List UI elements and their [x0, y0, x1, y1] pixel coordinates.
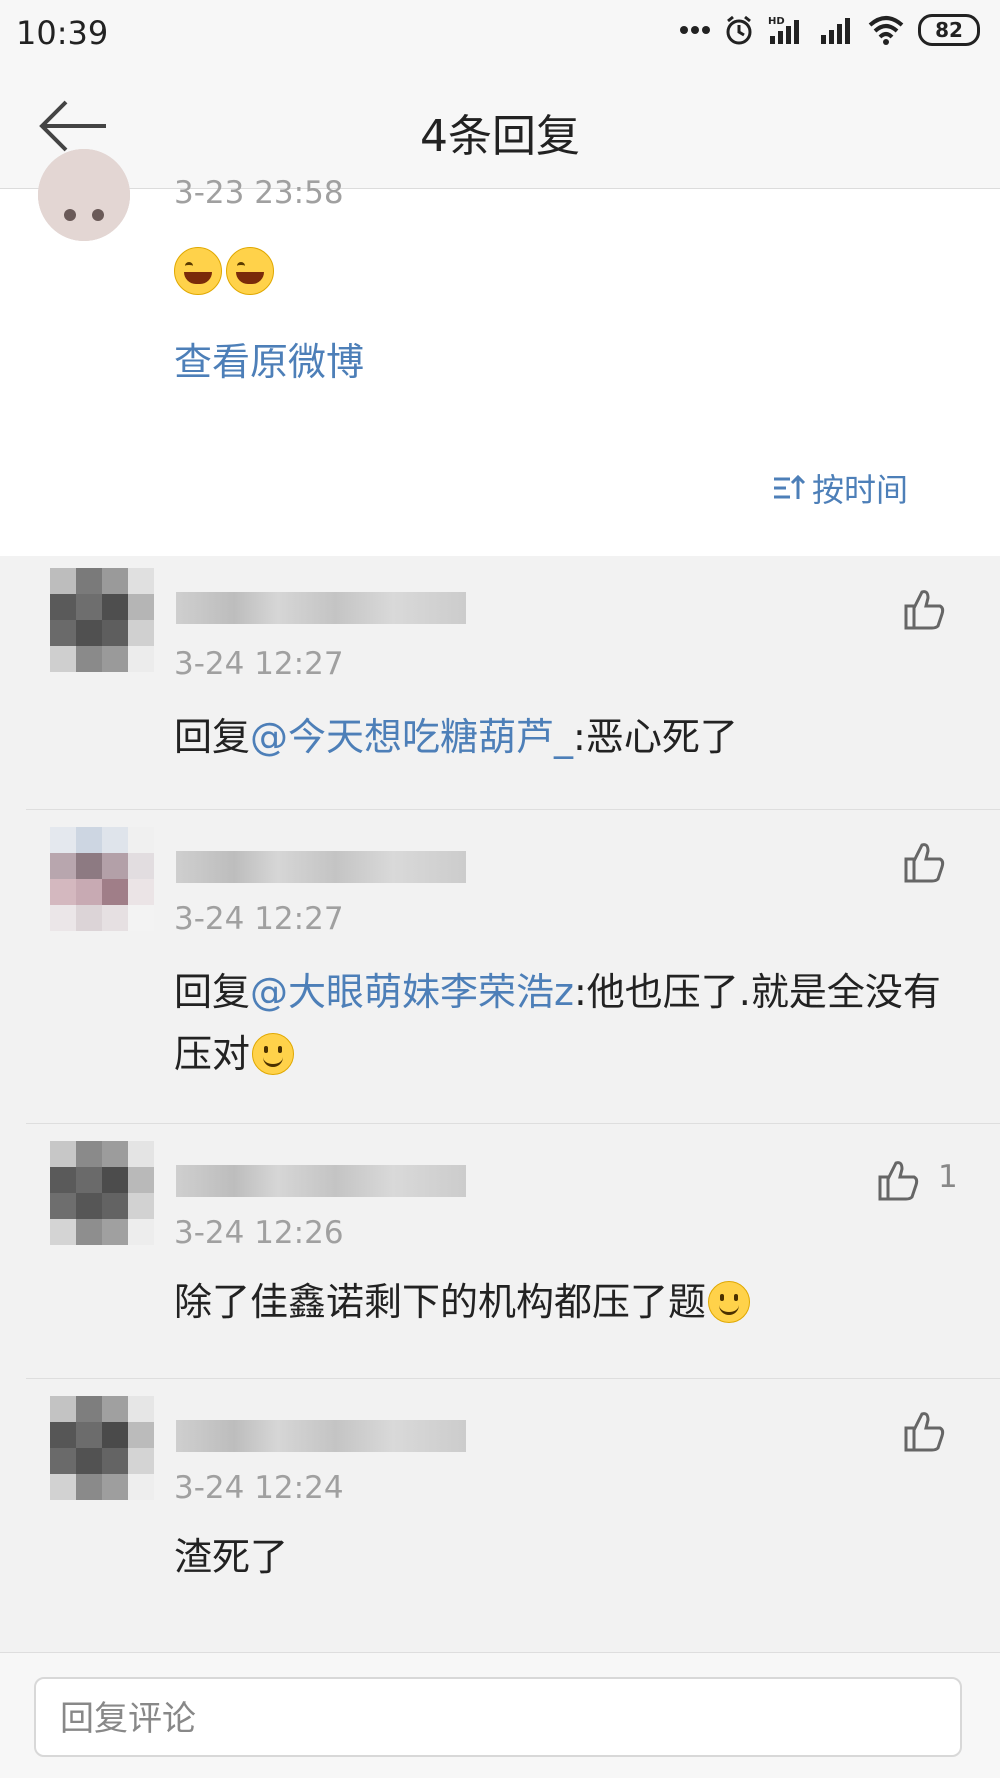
- smile-emoji-icon: [708, 1281, 751, 1323]
- reply-text: 除了佳鑫诺剩下的机构都压了题: [174, 1271, 964, 1333]
- avatar[interactable]: [50, 568, 154, 672]
- more-dots-icon: [680, 26, 710, 34]
- reply-time: 3-24 12:27: [174, 646, 344, 682]
- divider: [26, 1378, 1000, 1379]
- username-blurred[interactable]: [176, 851, 466, 883]
- reply-text: 回复@大眼萌妹李荣浩z:他也压了.就是全没有压对: [174, 961, 964, 1085]
- wifi-icon: [868, 16, 904, 45]
- reply-prefix: 回复: [174, 715, 251, 759]
- page-title: 4条回复: [420, 111, 580, 162]
- reply-text: 回复@今天想吃糖葫芦_:恶心死了: [174, 706, 964, 768]
- reply-time: 3-24 12:24: [174, 1470, 344, 1506]
- signal-icon: [821, 18, 850, 44]
- username-blurred[interactable]: [176, 1165, 466, 1197]
- emoji-row: [174, 247, 274, 295]
- reply-item: 3-24 12:24 渣死了: [0, 1380, 1000, 1652]
- reply-body: 渣死了: [174, 1535, 289, 1579]
- nav-bar: 4条回复: [0, 64, 1000, 189]
- sort-icon: [774, 474, 806, 499]
- username-blurred[interactable]: [176, 592, 466, 624]
- status-icons: HD 82: [680, 14, 980, 46]
- avatar[interactable]: [50, 1396, 154, 1500]
- reply-text: 渣死了: [174, 1526, 964, 1588]
- smile-emoji-icon: [252, 1033, 295, 1075]
- reply-bar: 回复评论: [0, 1652, 1000, 1778]
- reply-item: 3-24 12:27 回复@大眼萌妹李荣浩z:他也压了.就是全没有压对: [0, 811, 1000, 1124]
- divider: [26, 809, 1000, 810]
- mention-link[interactable]: @今天想吃糖葫芦_: [250, 715, 573, 759]
- reply-time: 3-24 12:27: [174, 901, 344, 937]
- original-comment-card: 3-23 23:58 查看原微博 按时间: [0, 149, 1000, 556]
- divider: [26, 1123, 1000, 1124]
- avatar[interactable]: [50, 827, 154, 931]
- like-button-icon[interactable]: [900, 839, 946, 885]
- reply-item: 1 3-24 12:26 除了佳鑫诺剩下的机构都压了题: [0, 1125, 1000, 1379]
- alarm-icon: [726, 15, 752, 45]
- like-button-icon[interactable]: [900, 586, 946, 632]
- avatar-face-icon: [38, 149, 130, 241]
- username-blurred[interactable]: [176, 1420, 466, 1452]
- battery-indicator: 82: [918, 14, 980, 46]
- reply-prefix: 回复: [174, 970, 251, 1014]
- hd-signal-icon: HD: [768, 16, 799, 44]
- avatar[interactable]: [50, 1141, 154, 1245]
- view-original-link[interactable]: 查看原微博: [174, 331, 364, 386]
- status-bar: 10:39 HD 82: [0, 0, 1000, 64]
- laugh-cry-emoji-icon: [174, 247, 222, 295]
- reply-body: 除了佳鑫诺剩下的机构都压了题: [174, 1280, 707, 1324]
- mention-link[interactable]: @大眼萌妹李荣浩z: [250, 970, 574, 1014]
- like-count: 1: [938, 1159, 958, 1195]
- reply-body: :恶心死了: [573, 715, 738, 759]
- avatar[interactable]: [38, 149, 130, 241]
- reply-comment-input[interactable]: 回复评论: [34, 1677, 962, 1757]
- comment-time: 3-23 23:58: [174, 175, 344, 211]
- laugh-cry-emoji-icon: [226, 247, 274, 295]
- reply-time: 3-24 12:26: [174, 1215, 344, 1251]
- sort-by-time-button[interactable]: 按时间: [772, 465, 908, 511]
- like-button-icon[interactable]: [900, 1408, 946, 1454]
- status-time: 10:39: [16, 14, 109, 52]
- hd-label: HD: [768, 16, 785, 27]
- sort-label: 按时间: [812, 471, 909, 509]
- like-button-icon[interactable]: [874, 1157, 920, 1203]
- reply-item: 3-24 12:27 回复@今天想吃糖葫芦_:恶心死了: [0, 556, 1000, 810]
